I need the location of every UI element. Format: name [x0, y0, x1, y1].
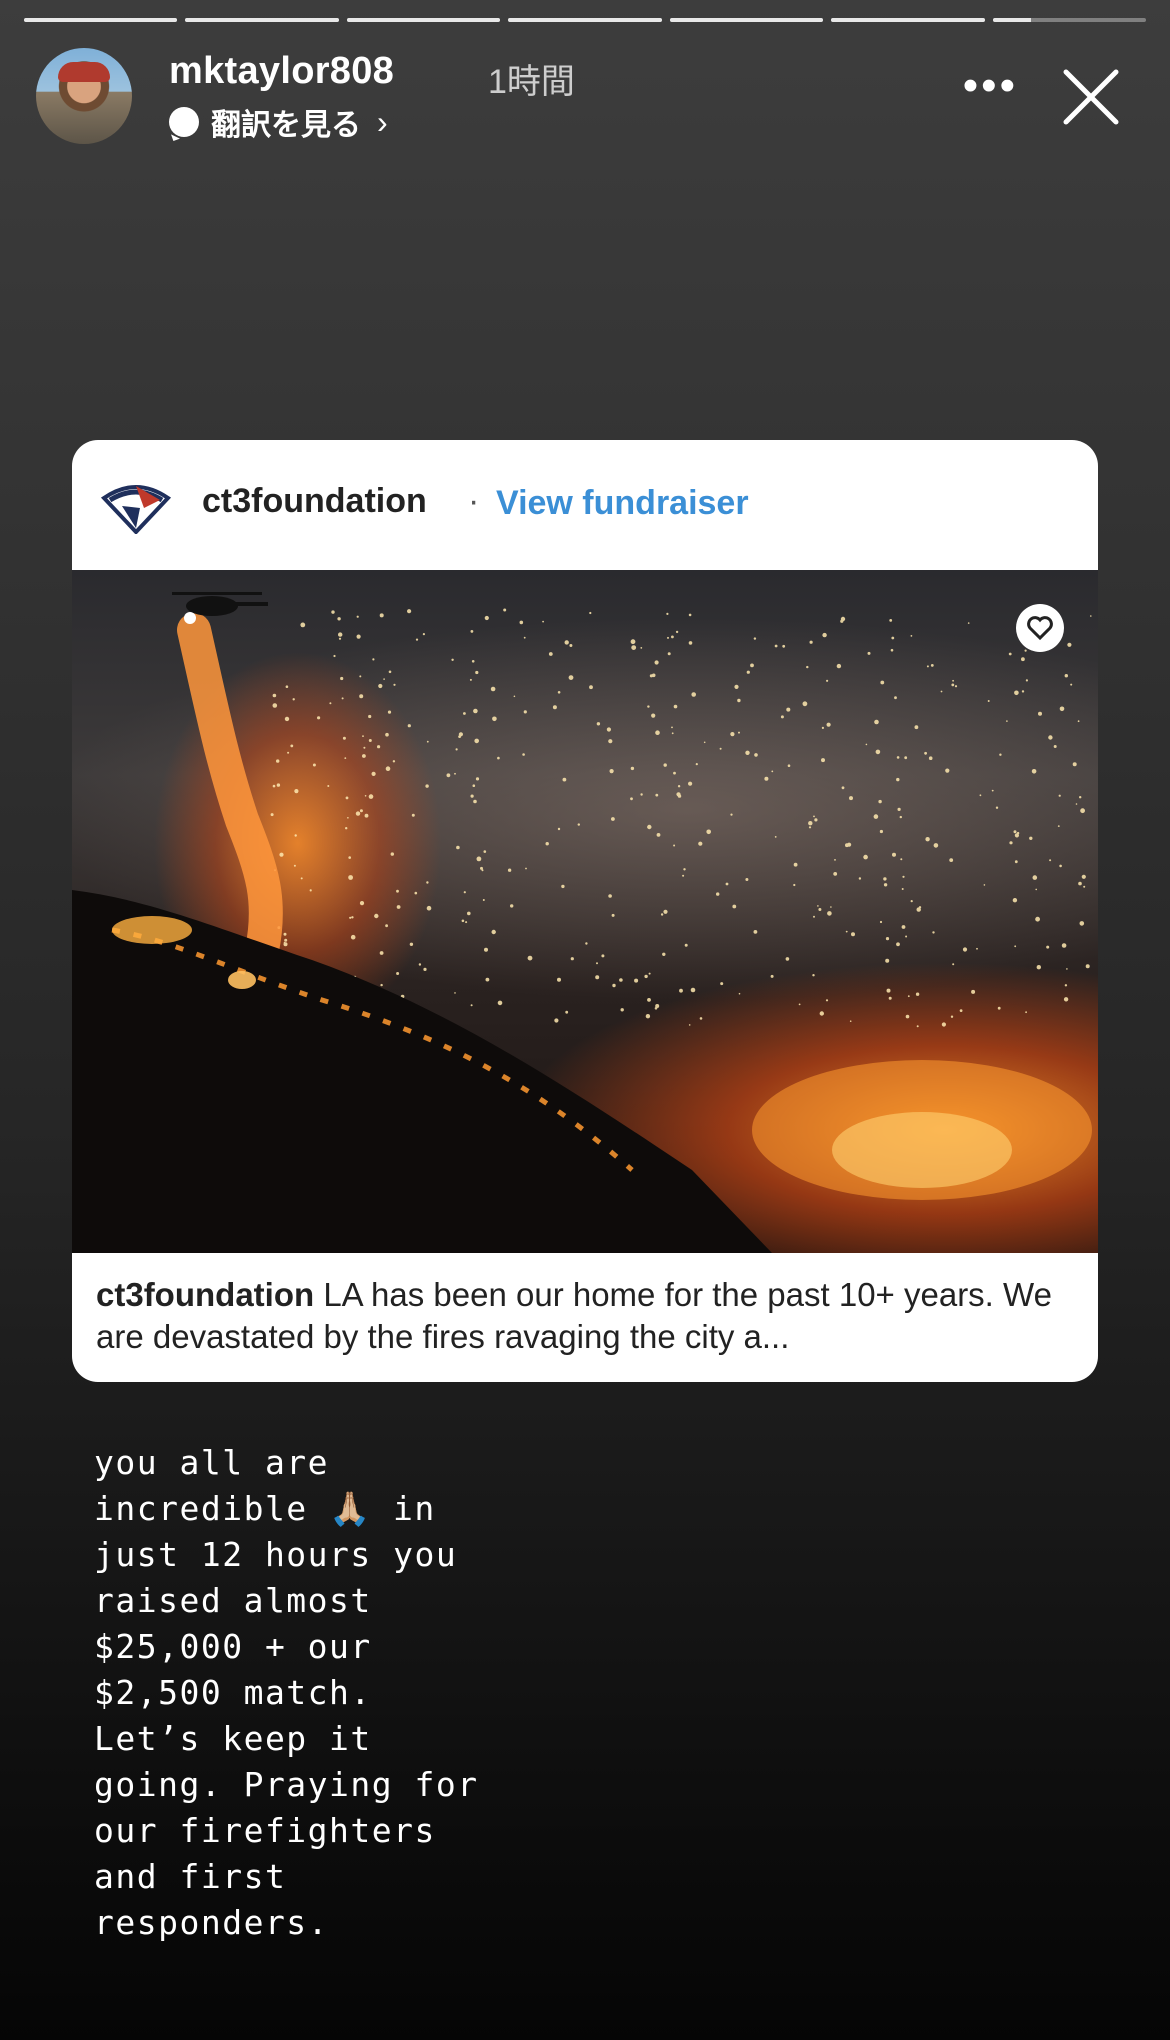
progress-segment — [24, 18, 178, 22]
more-options-icon[interactable]: ••• — [963, 64, 1018, 108]
speech-bubble-icon — [169, 107, 199, 137]
story-header: mktaylor808 1時間 翻訳を見る › ••• — [36, 48, 1146, 148]
story-progress-bar — [24, 18, 1146, 24]
card-username[interactable]: ct3foundation — [202, 482, 427, 521]
caption-username[interactable]: ct3foundation — [96, 1276, 314, 1313]
fundraiser-photo[interactable] — [72, 570, 1098, 1253]
username[interactable]: mktaylor808 — [169, 50, 394, 93]
progress-segment — [669, 18, 824, 22]
card-header: ct3foundation · View fundraiser — [72, 440, 1098, 570]
fundraiser-card[interactable]: ct3foundation · View fundraiser ct3found… — [72, 440, 1098, 1382]
progress-segment — [185, 18, 339, 22]
translate-label: 翻訳を見る — [211, 109, 361, 142]
progress-segment — [831, 18, 985, 22]
chevron-right-icon: › — [377, 103, 388, 140]
close-icon[interactable] — [1060, 66, 1122, 128]
story-text-overlay: you all are incredible 🙏🏼 in just 12 hou… — [94, 1443, 479, 1942]
view-fundraiser-link[interactable]: View fundraiser — [496, 484, 749, 523]
card-caption: ct3foundation LA has been our home for t… — [96, 1274, 1074, 1358]
progress-segment — [508, 18, 662, 22]
heart-save-icon[interactable] — [1016, 604, 1064, 652]
avatar[interactable] — [36, 48, 132, 144]
progress-segment — [992, 18, 1146, 22]
translate-button[interactable]: 翻訳を見る › — [169, 100, 388, 144]
progress-segment — [346, 18, 501, 22]
ct3-logo-icon — [100, 485, 172, 534]
separator-dot: · — [468, 482, 480, 520]
post-time: 1時間 — [488, 63, 575, 101]
